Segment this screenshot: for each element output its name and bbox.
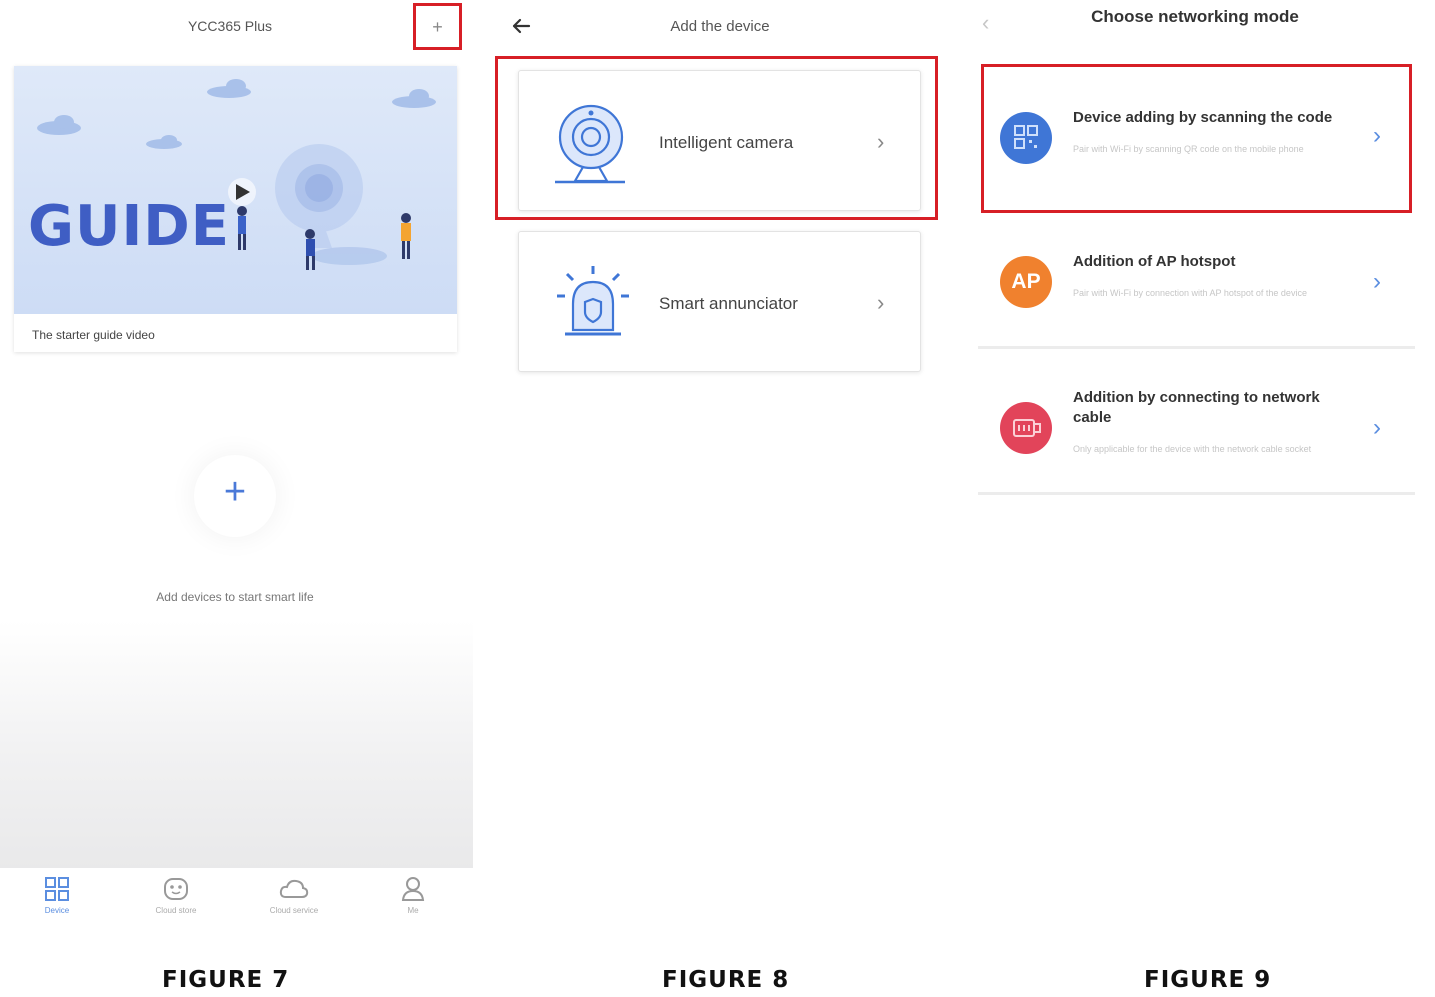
tab-me[interactable]: Me [373, 876, 453, 915]
add-device-button[interactable]: + [413, 3, 462, 50]
mode-option-ap-hotspot[interactable]: AP Addition of AP hotspot Pair with Wi-F… [978, 228, 1415, 353]
mode-description: Pair with Wi-Fi by connection with AP ho… [1073, 288, 1307, 298]
divider [978, 492, 1415, 495]
mode-title: Addition of AP hotspot [1073, 253, 1236, 270]
tab-label: Device [44, 906, 70, 915]
tab-label: Me [407, 906, 419, 915]
divider [978, 346, 1415, 349]
device-option-label: Smart annunciator [659, 294, 798, 313]
ap-hotspot-icon: AP [1000, 256, 1052, 308]
chevron-right-icon: › [877, 290, 885, 315]
guide-video-banner[interactable]: GUIDE [14, 66, 457, 314]
plus-icon: + [223, 471, 247, 513]
plus-icon: + [432, 17, 443, 37]
cloud-icon [279, 879, 309, 898]
starter-guide-card[interactable]: GUIDE The starter guide video [14, 66, 457, 352]
tab-label: Cloud service [269, 906, 319, 915]
devices-icon [45, 877, 69, 901]
guide-banner-word: GUIDE [28, 194, 231, 259]
mode-option-network-cable[interactable]: Addition by connecting to network cable … [978, 372, 1415, 500]
mode-title: Addition by connecting to network cable [1073, 389, 1320, 426]
alarm-siren-icon [557, 266, 629, 336]
guide-illustration [37, 79, 436, 270]
play-icon [228, 178, 256, 206]
chevron-right-icon: › [1373, 414, 1381, 441]
network-cable-icon [1000, 402, 1052, 454]
figure-7-caption: FIGURE 7 [162, 967, 290, 993]
page-title: Choose networking mode [1091, 7, 1299, 26]
app-title: YCC365 Plus [187, 18, 273, 34]
page-title: Add the device [670, 18, 770, 35]
robot-face-icon [164, 878, 188, 900]
guide-caption: The starter guide video [32, 328, 155, 342]
figure-8-add-device-screen: Add the device Intelligent camera › Smar… [495, 0, 939, 935]
highlight-frame [981, 64, 1412, 213]
empty-state-text: Add devices to start smart life [156, 590, 314, 604]
figure-9-networking-mode-screen: ‹ Choose networking mode Device adding b… [960, 0, 1435, 935]
device-option-smart-annunciator[interactable]: Smart annunciator › [518, 231, 921, 372]
figure-8-caption: FIGURE 8 [662, 967, 790, 993]
highlight-frame [495, 56, 938, 220]
background-fog [0, 620, 473, 870]
chevron-right-icon: › [1373, 268, 1381, 295]
mode-description: Only applicable for the device with the … [1073, 444, 1312, 454]
figure-9-caption: FIGURE 9 [1144, 967, 1272, 993]
tab-device[interactable]: Device [17, 876, 97, 915]
figure-7-home-screen: YCC365 Plus + GUIDE The starter guide vi… [0, 0, 473, 935]
bottom-tab-bar: Device Cloud store Cloud service Me [0, 868, 473, 935]
tab-cloud-store[interactable]: Cloud store [136, 876, 216, 915]
empty-add-device-button[interactable]: + [194, 455, 276, 537]
tab-label: Cloud store [155, 906, 197, 915]
tab-cloud-service[interactable]: Cloud service [254, 876, 334, 915]
user-icon [401, 877, 425, 901]
